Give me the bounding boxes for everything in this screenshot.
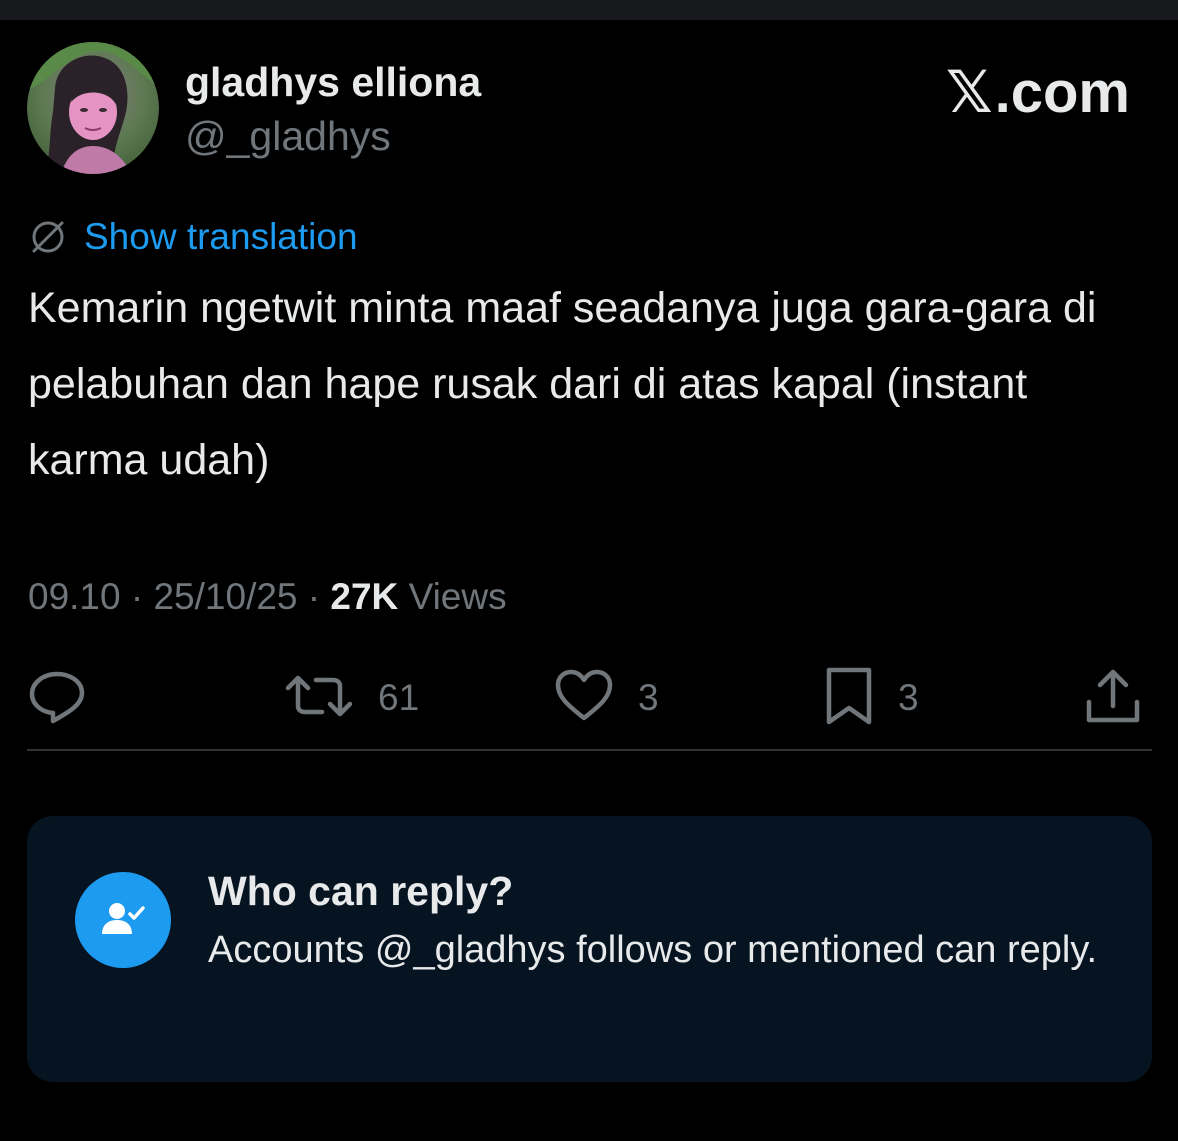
tweet-meta: 09.10 · 25/10/25 · 27K Views	[28, 574, 507, 620]
tweet-time[interactable]: 09.10	[28, 576, 121, 617]
user-handle[interactable]: @_gladhys	[185, 112, 391, 160]
share-icon	[1083, 666, 1143, 731]
repost-icon	[284, 666, 354, 731]
repost-count: 61	[378, 677, 420, 718]
tweet-date[interactable]: 25/10/25	[153, 576, 297, 617]
action-bar: 61 3 3	[0, 666, 1178, 731]
brand-logo: 𝕏 .com	[946, 60, 1130, 126]
bookmark-icon	[824, 666, 874, 731]
globe-icon	[28, 217, 68, 257]
reply-settings-title: Who can reply?	[208, 868, 514, 914]
views-label: Views	[408, 576, 507, 617]
user-check-icon	[75, 872, 171, 968]
bookmark-count: 3	[898, 677, 919, 718]
views-count[interactable]: 27K	[330, 576, 398, 617]
show-translation-link[interactable]: Show translation	[84, 214, 358, 260]
like-count: 3	[638, 677, 659, 718]
reply-button[interactable]	[27, 668, 87, 728]
reply-icon	[27, 666, 87, 731]
display-name[interactable]: gladhys elliona	[185, 58, 481, 106]
translation-row: Show translation	[28, 214, 358, 260]
tweet-text: Kemarin ngetwit minta maaf seadanya juga…	[28, 284, 1097, 484]
brand-suffix: .com	[994, 60, 1130, 125]
heart-icon	[554, 666, 614, 731]
reply-settings-description: Accounts @_gladhys follows or mentioned …	[208, 929, 1098, 971]
divider	[27, 749, 1152, 751]
share-button[interactable]	[1083, 668, 1143, 728]
x-logo-icon: 𝕏	[945, 60, 993, 125]
meta-separator: ·	[130, 576, 144, 617]
repost-button[interactable]: 61	[284, 668, 419, 728]
meta-separator: ·	[307, 576, 321, 617]
avatar[interactable]	[27, 42, 159, 174]
reply-settings-card: Who can reply? Accounts @_gladhys follow…	[27, 816, 1152, 1082]
like-button[interactable]: 3	[554, 668, 659, 728]
top-strip	[0, 0, 1178, 20]
bookmark-button[interactable]: 3	[824, 666, 919, 731]
